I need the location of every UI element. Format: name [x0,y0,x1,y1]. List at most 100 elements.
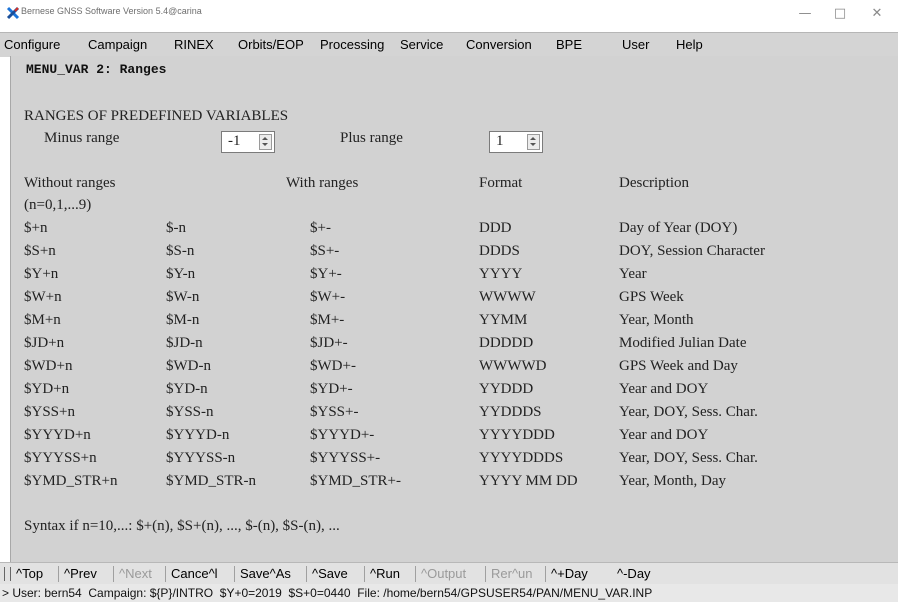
toolbar-separator [234,566,235,582]
cell-without: $M+n [24,312,61,328]
cell-minus: $Y-n [166,266,196,282]
cell-minus: $W-n [166,289,200,305]
cell-without: $Y+n [24,266,59,282]
toolbar-separator [58,566,59,582]
cell-minus: $YD-n [166,381,208,397]
cancel-button[interactable]: Cance^l [171,566,218,581]
cell-description: Year, Month, Day [619,473,727,489]
toolbar-separator [364,566,365,582]
rerun-button[interactable]: Rer^un [491,566,533,581]
cell-minus: $JD-n [166,335,203,351]
cell-minus: $YMD_STR-n [166,473,257,489]
status-bar: > User: bern54 Campaign: ${P}/INTRO $Y+0… [0,584,898,602]
plus-range-label: Plus range [340,130,403,146]
cell-with: $YSS+- [310,404,359,420]
action-toolbar: ^Top ^Prev ^Next Cance^l Save^As ^Save ^… [0,562,898,585]
cell-format: DDD [479,220,512,236]
save-as-button[interactable]: Save^As [240,566,291,581]
menu-service[interactable]: Service [400,37,443,52]
cell-minus: $M-n [166,312,200,328]
save-button[interactable]: ^Save [312,566,348,581]
cell-format: YYYY MM DD [479,473,578,489]
cell-without: $YD+n [24,381,70,397]
header-format: Format [479,175,523,191]
cell-description: GPS Week and Day [619,358,738,374]
minimize-icon[interactable]: — [790,2,820,26]
cell-format: WWWW [479,289,536,305]
cell-description: DOY, Session Character [619,243,765,259]
plus-day-button[interactable]: ^+Day [551,566,588,581]
cell-format: YYYYDDDS [479,450,564,466]
window-title: Bernese GNSS Software Version 5.4@carina [21,6,202,16]
spinner-arrows-icon[interactable] [259,134,272,150]
top-button[interactable]: ^Top [16,566,43,581]
cell-description: Year and DOY [619,381,709,397]
syntax-note: Syntax if n=10,...: $+(n), $S+(n), ..., … [24,518,340,534]
menu-campaign[interactable]: Campaign [88,37,147,52]
menu-user[interactable]: User [622,37,649,52]
toolbar-grip-icon[interactable] [4,567,11,581]
cell-description: Year, DOY, Sess. Char. [619,450,758,466]
run-button[interactable]: ^Run [370,566,400,581]
cell-format: DDDDD [479,335,534,351]
plus-range-spinner[interactable]: 1 [489,131,543,153]
cell-format: WWWWD [479,358,547,374]
cell-with: $YYYSS+- [310,450,381,466]
cell-minus: $YYYD-n [166,427,230,443]
cell-minus: $S-n [166,243,195,259]
menu-bpe[interactable]: BPE [556,37,582,52]
prev-button[interactable]: ^Prev [64,566,97,581]
minus-range-spinner[interactable]: -1 [221,131,275,153]
status-text: > User: bern54 Campaign: ${P}/INTRO $Y+0… [2,586,653,600]
cell-format: YYDDDS [479,404,542,420]
cell-description: GPS Week [619,289,684,305]
menu-processing[interactable]: Processing [320,37,384,52]
cell-with: $+- [310,220,331,236]
menu-help[interactable]: Help [676,37,703,52]
cell-description: Year, Month [619,312,694,328]
cell-format: DDDS [479,243,520,259]
title-bar: Bernese GNSS Software Version 5.4@carina… [0,0,898,32]
menu-bar: Configure Campaign RINEX Orbits/EOP Proc… [0,32,898,57]
toolbar-separator [545,566,546,582]
cell-description: Year, DOY, Sess. Char. [619,404,758,420]
cell-without: $YMD_STR+n [24,473,118,489]
header-description: Description [619,175,689,191]
menu-orbits-eop[interactable]: Orbits/EOP [238,37,304,52]
cell-description: Day of Year (DOY) [619,220,738,236]
plus-range-value: 1 [496,133,504,149]
cell-format: YYYYDDD [479,427,555,443]
cell-minus: $YSS-n [166,404,214,420]
cell-with: $JD+- [310,335,348,351]
cell-with: $YD+- [310,381,353,397]
menu-configure[interactable]: Configure [4,37,60,52]
close-icon[interactable]: ✕ [862,2,892,26]
minus-range-value: -1 [228,133,241,149]
cell-without: $S+n [24,243,56,259]
output-button[interactable]: ^Output [421,566,466,581]
x-logo-icon [6,6,20,20]
toolbar-separator [165,566,166,582]
panel-title: MENU_VAR 2: Ranges [26,62,167,77]
cell-format: YYDDD [479,381,534,397]
header-without-ranges: Without ranges [24,175,116,191]
cell-minus: $WD-n [166,358,211,374]
minus-day-button[interactable]: ^-Day [617,566,651,581]
cell-minus: $-n [166,220,186,236]
cell-without: $YYYSS+n [24,450,97,466]
cell-without: $YSS+n [24,404,75,420]
cell-description: Year and DOY [619,427,709,443]
header-without-sub: (n=0,1,...9) [24,197,92,213]
toolbar-separator [113,566,114,582]
cell-with: $S+- [310,243,340,259]
menu-conversion[interactable]: Conversion [466,37,532,52]
cell-format: YYYY [479,266,523,282]
menu-rinex[interactable]: RINEX [174,37,214,52]
maximize-icon[interactable]: □ [825,2,855,26]
spinner-arrows-icon[interactable] [527,134,540,150]
next-button[interactable]: ^Next [119,566,152,581]
cell-without: $+n [24,220,48,236]
section-title: RANGES OF PREDEFINED VARIABLES [24,108,289,124]
cell-with: $M+- [310,312,345,328]
cell-with: $YYYD+- [310,427,375,443]
